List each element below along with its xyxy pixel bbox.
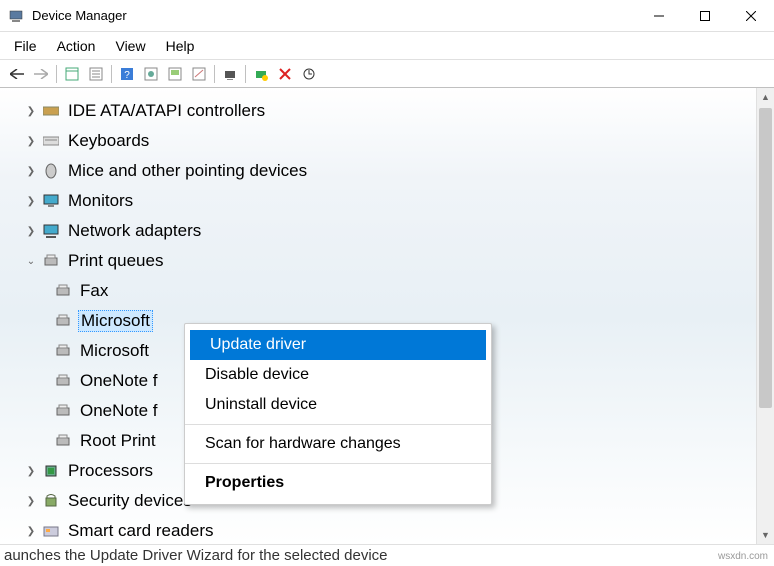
minimize-button[interactable] [636, 0, 682, 32]
tree-item-label: Fax [78, 280, 110, 302]
tree-item-label: Microsoft [78, 340, 151, 362]
keyboard-icon [42, 132, 60, 150]
mouse-icon [42, 162, 60, 180]
show-hide-button[interactable] [61, 63, 83, 85]
tree-item-label: Network adapters [66, 220, 203, 242]
maximize-button[interactable] [682, 0, 728, 32]
printer-icon [54, 432, 72, 450]
tree-item-keyboards[interactable]: ❯ Keyboards [4, 126, 770, 156]
statusbar-text: aunches the Update Driver Wizard for the… [4, 547, 388, 564]
chevron-right-icon[interactable]: ❯ [24, 106, 38, 117]
printer-icon [54, 342, 72, 360]
printer-icon [54, 312, 72, 330]
printer-icon [54, 282, 72, 300]
tree-item-label: OneNote f [78, 370, 160, 392]
toolbar-icon-3[interactable] [188, 63, 210, 85]
vertical-scrollbar[interactable]: ▲ ▼ [756, 88, 774, 544]
update-driver-button[interactable] [219, 63, 241, 85]
tree-item-label: OneNote f [78, 400, 160, 422]
chevron-right-icon[interactable]: ❯ [24, 196, 38, 207]
ide-controller-icon [42, 102, 60, 120]
tree-item-label: Print queues [66, 250, 165, 272]
printer-icon [42, 252, 60, 270]
context-disable-device[interactable]: Disable device [185, 360, 491, 390]
scroll-down-button[interactable]: ▼ [757, 526, 774, 544]
tree-item-network[interactable]: ❯ Network adapters [4, 216, 770, 246]
chevron-down-icon[interactable]: ⌄ [24, 256, 38, 267]
tree-item-label: Smart card readers [66, 520, 216, 542]
monitor-icon [42, 192, 60, 210]
tree-item-smart-card[interactable]: ❯ Smart card readers [4, 516, 770, 544]
chevron-right-icon[interactable]: ❯ [24, 526, 38, 537]
nav-back-button[interactable] [6, 63, 28, 85]
chevron-right-icon[interactable]: ❯ [24, 166, 38, 177]
network-adapter-icon [42, 222, 60, 240]
context-menu: Update driver Disable device Uninstall d… [184, 323, 492, 505]
tree-item-label: Security devices [66, 490, 194, 512]
chevron-right-icon[interactable]: ❯ [24, 466, 38, 477]
tree-item-ide[interactable]: ❯ IDE ATA/ATAPI controllers [4, 96, 770, 126]
menubar: File Action View Help [0, 32, 774, 60]
context-properties[interactable]: Properties [185, 468, 491, 498]
scrollbar-thumb[interactable] [759, 108, 772, 408]
context-separator [185, 463, 491, 464]
tree-item-monitors[interactable]: ❯ Monitors [4, 186, 770, 216]
printer-icon [54, 402, 72, 420]
properties-button[interactable] [85, 63, 107, 85]
watermark: wsxdn.com [718, 551, 768, 562]
toolbar-icon-2[interactable] [164, 63, 186, 85]
scroll-up-button[interactable]: ▲ [757, 88, 774, 106]
tree-item-mice[interactable]: ❯ Mice and other pointing devices [4, 156, 770, 186]
tree-item-label: Microsoft [78, 310, 153, 332]
tree-item-label: Keyboards [66, 130, 151, 152]
printer-icon [54, 372, 72, 390]
menu-view[interactable]: View [105, 34, 155, 58]
toolbar-icon-1[interactable] [140, 63, 162, 85]
context-scan-hardware[interactable]: Scan for hardware changes [185, 429, 491, 459]
scan-hardware-button[interactable] [250, 63, 272, 85]
nav-forward-button[interactable] [30, 63, 52, 85]
smart-card-icon [42, 522, 60, 540]
tree-item-label: Monitors [66, 190, 135, 212]
tree-item-fax[interactable]: Fax [4, 276, 770, 306]
chevron-right-icon[interactable]: ❯ [24, 136, 38, 147]
tree-item-label: Mice and other pointing devices [66, 160, 309, 182]
menu-help[interactable]: Help [156, 34, 205, 58]
context-uninstall-device[interactable]: Uninstall device [185, 390, 491, 420]
tree-item-label: Root Print [78, 430, 158, 452]
svg-text:?: ? [124, 70, 130, 81]
menu-action[interactable]: Action [47, 34, 106, 58]
security-device-icon [42, 492, 60, 510]
statusbar: aunches the Update Driver Wizard for the… [0, 544, 774, 566]
tree-item-label: Processors [66, 460, 155, 482]
chevron-right-icon[interactable]: ❯ [24, 496, 38, 507]
help-button[interactable]: ? [116, 63, 138, 85]
close-button[interactable] [728, 0, 774, 32]
uninstall-button[interactable] [274, 63, 296, 85]
context-update-driver[interactable]: Update driver [190, 330, 486, 360]
tree-item-print-queues[interactable]: ⌄ Print queues [4, 246, 770, 276]
tree-item-label: IDE ATA/ATAPI controllers [66, 100, 267, 122]
chevron-right-icon[interactable]: ❯ [24, 226, 38, 237]
processor-icon [42, 462, 60, 480]
titlebar: Device Manager [0, 0, 774, 32]
window-title: Device Manager [32, 8, 636, 23]
menu-file[interactable]: File [4, 34, 47, 58]
toolbar: ? [0, 60, 774, 88]
app-icon [8, 8, 24, 24]
context-separator [185, 424, 491, 425]
enable-button[interactable] [298, 63, 320, 85]
